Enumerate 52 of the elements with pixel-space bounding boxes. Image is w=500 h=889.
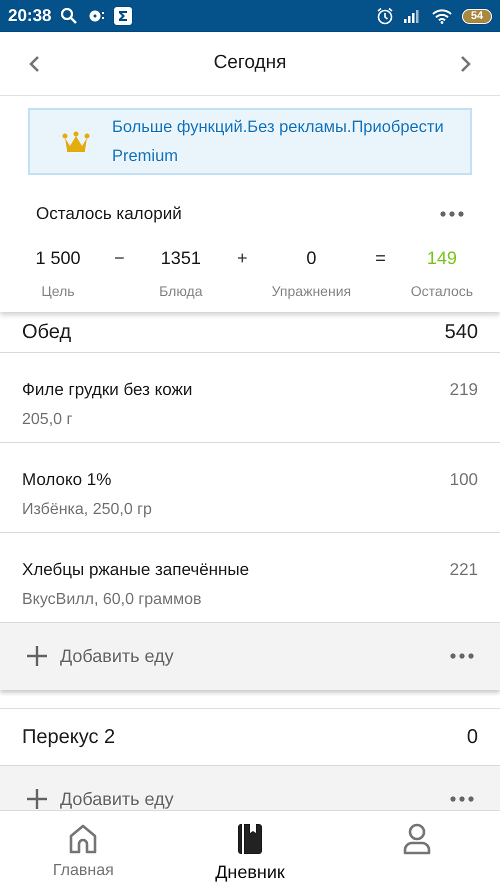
- food-detail: Избёнка, 250,0 гр: [22, 500, 152, 520]
- add-food-button[interactable]: Добавить еду: [26, 786, 174, 810]
- calorie-label: Осталось: [410, 282, 474, 300]
- food-calories: 219: [450, 378, 478, 400]
- meal-title: Обед: [22, 320, 72, 344]
- plus-icon: [26, 645, 48, 667]
- calorie-value: 0: [306, 246, 316, 268]
- diary-icon: [237, 823, 263, 855]
- food-row[interactable]: Филе грудки без кожи 205,0 г 219: [0, 352, 500, 442]
- crown-icon: [62, 130, 90, 152]
- nav-tab[interactable]: Дневник: [166, 811, 334, 889]
- home-icon: [68, 823, 98, 855]
- chat-icon: [87, 9, 106, 23]
- summary-title: Осталось калорий: [36, 203, 182, 225]
- status-time: 20:38: [8, 5, 52, 28]
- alarm-icon: [376, 7, 394, 25]
- food-name: Филе грудки без кожи: [22, 378, 192, 400]
- calorie-value: 149: [426, 246, 457, 268]
- banner-text: Больше функций.Без рекламы.Приобрести Premium: [112, 116, 445, 166]
- add-food-button[interactable]: Добавить еду: [26, 642, 174, 670]
- calorie-label: Блюда: [159, 282, 202, 301]
- operator-sign: +: [236, 246, 248, 268]
- nav-tab[interactable]: Главная: [0, 811, 167, 889]
- more-icon[interactable]: [450, 653, 474, 659]
- meal-calories: 0: [466, 724, 478, 750]
- next-day-button[interactable]: [460, 54, 472, 72]
- battery-indicator: 54: [462, 8, 492, 24]
- plus-icon: [26, 788, 48, 810]
- food-detail: 205,0 г: [22, 410, 74, 430]
- food-row[interactable]: Молоко 1% Избёнка, 250,0 гр 100: [0, 442, 500, 532]
- more-icon[interactable]: [440, 210, 464, 217]
- calorie-label: Упражнения: [272, 282, 352, 301]
- food-calories: 100: [450, 468, 478, 490]
- food-detail: ВкусВилл, 60,0 граммов: [22, 590, 202, 610]
- meal-calories: 540: [444, 320, 478, 344]
- operator-sign: −: [114, 246, 125, 268]
- date-title: Сегодня: [214, 51, 286, 76]
- calorie-value: 1351: [160, 246, 201, 268]
- calorie-label: Цель: [41, 282, 75, 301]
- profile-icon: [402, 823, 431, 855]
- food-name: Молоко 1%: [22, 468, 112, 490]
- food-name: Хлебцы ржаные запечённые: [22, 558, 250, 580]
- food-calories: 221: [450, 558, 478, 580]
- calorie-value: 1 500: [35, 246, 81, 268]
- premium-banner[interactable]: Больше функций.Без рекламы.Приобрести Premium: [28, 108, 472, 175]
- more-icon[interactable]: [450, 796, 474, 802]
- sigma-icon: [114, 7, 132, 25]
- meal-title: Перекус 2: [22, 724, 116, 750]
- previous-day-button[interactable]: [28, 54, 40, 72]
- search-icon: [60, 7, 78, 25]
- wifi-icon: [432, 8, 452, 24]
- operator-sign: =: [375, 246, 386, 268]
